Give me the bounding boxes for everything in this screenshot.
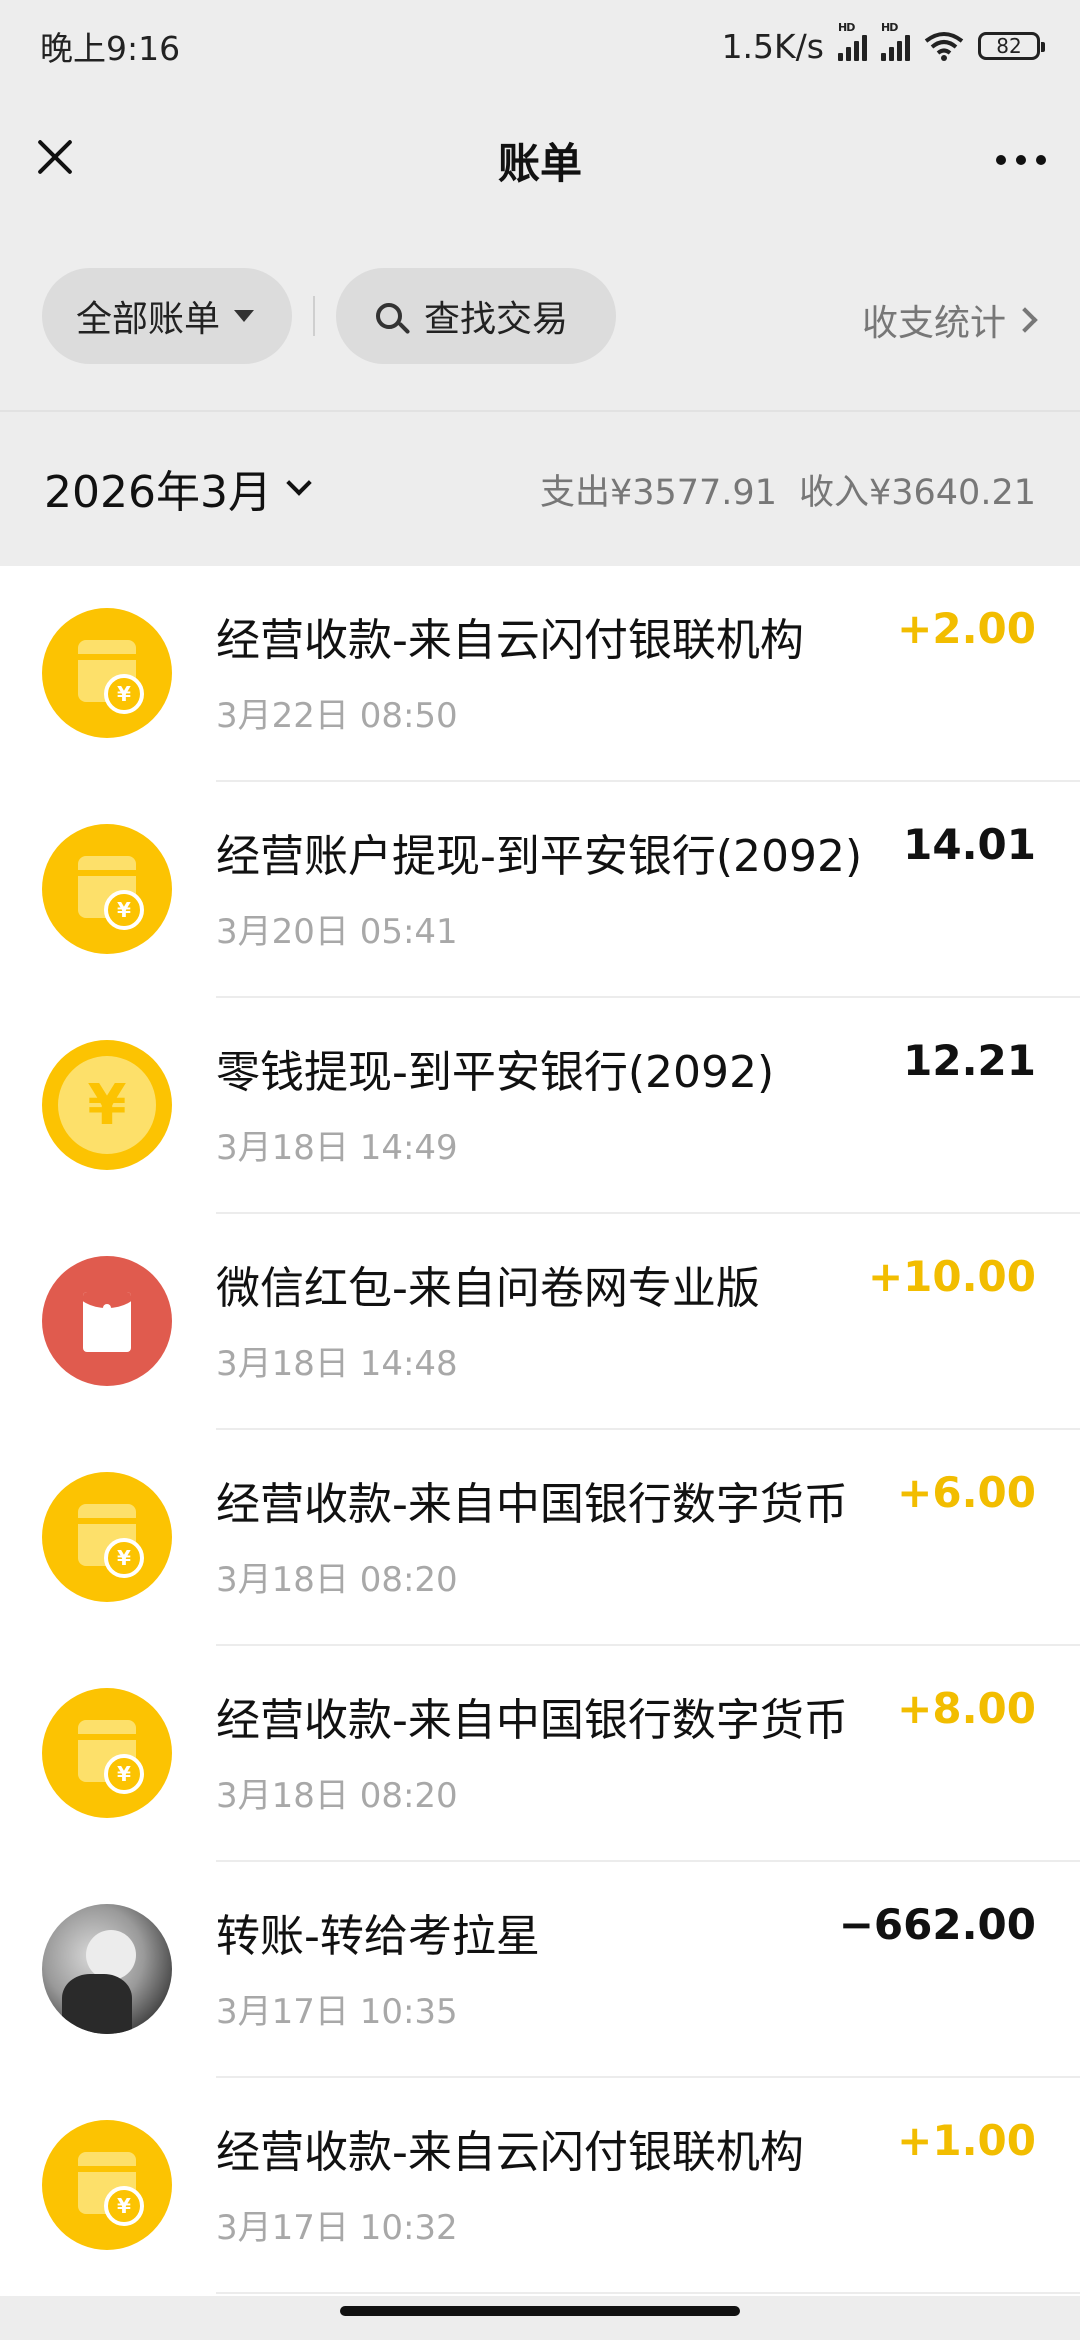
stats-label: 收支统计 (861, 303, 1006, 344)
search-label: 查找交易 (424, 299, 569, 340)
divider (216, 2292, 1080, 2294)
transaction-time: 3月17日 10:32 (216, 2208, 458, 2248)
more-dot (1036, 155, 1046, 165)
transaction-item[interactable]: ¥ 零钱提现-到平安银行(2092) 3月18日 14:49 12.21 (0, 998, 1080, 1214)
shop-icon: ¥ (42, 1472, 172, 1602)
shop-icon: ¥ (42, 824, 172, 954)
signal-icon: HD (838, 21, 867, 61)
battery-level: 82 (996, 34, 1022, 58)
month-selector[interactable]: 2026年3月 (44, 456, 312, 520)
transaction-item[interactable]: ¥ 经营账户提现-到平安银行(2092) 3月20日 05:41 14.01 (0, 782, 1080, 998)
transaction-amount: 12.21 (903, 1036, 1036, 1085)
chevron-right-icon (1012, 307, 1038, 333)
avatar (42, 1904, 172, 2034)
transaction-name: 经营收款-来自云闪付银联机构 (216, 615, 804, 666)
battery-icon: 82 (978, 32, 1045, 60)
more-dot (996, 155, 1006, 165)
filter-bar: 全部账单 查找交易 收支统计 (0, 268, 1080, 364)
transaction-amount: −662.00 (838, 1900, 1036, 1949)
transaction-name: 经营账户提现-到平安银行(2092) (216, 831, 863, 882)
shop-icon: ¥ (42, 608, 172, 738)
page-title: 账单 (497, 139, 582, 188)
network-speed: 1.5K/s (721, 26, 824, 66)
transaction-amount: +1.00 (897, 2116, 1036, 2165)
header: 账单 (0, 100, 1080, 224)
transaction-item[interactable]: 转账-转给考拉星 3月17日 10:35 −662.00 (0, 1862, 1080, 2078)
month-label: 2026年3月 (44, 467, 272, 518)
caret-down-icon (234, 310, 255, 322)
transaction-list: ¥ 经营收款-来自云闪付银联机构 3月22日 08:50 +2.00 ¥ 经营账… (0, 566, 1080, 2296)
chevron-down-icon (286, 470, 312, 496)
red-packet-icon (42, 1256, 172, 1386)
transaction-item[interactable]: ¥ 经营收款-来自中国银行数字货币 3月18日 08:20 +6.00 (0, 1430, 1080, 1646)
transaction-time: 3月17日 10:35 (216, 1992, 458, 2032)
expense-total: 支出¥3577.91 (539, 473, 777, 513)
signal-icon: HD (881, 21, 910, 61)
yuan-coin-icon: ¥ (42, 1040, 172, 1170)
transaction-name: 经营收款-来自中国银行数字货币 (216, 1479, 848, 1530)
transaction-time: 3月18日 14:48 (216, 1344, 458, 1384)
search-icon (376, 303, 402, 329)
month-summary: 2026年3月 支出¥3577.91 收入¥3640.21 (0, 412, 1080, 566)
transaction-amount: +6.00 (897, 1468, 1036, 1517)
search-transactions-button[interactable]: 查找交易 (336, 268, 616, 364)
transaction-amount: +8.00 (897, 1684, 1036, 1733)
transaction-time: 3月18日 08:20 (216, 1776, 458, 1816)
transaction-name: 零钱提现-到平安银行(2092) (216, 1047, 775, 1098)
transaction-amount: 14.01 (903, 820, 1036, 869)
shop-icon: ¥ (42, 1688, 172, 1818)
transaction-item[interactable]: ¥ 经营收款-来自云闪付银联机构 3月22日 08:50 +2.00 (0, 566, 1080, 782)
status-time: 晚上9:16 (40, 29, 181, 68)
more-dot (1016, 155, 1026, 165)
transaction-amount: +2.00 (897, 604, 1036, 653)
transaction-time: 3月18日 08:20 (216, 1560, 458, 1600)
transaction-name: 转账-转给考拉星 (216, 1911, 540, 1962)
month-totals: 支出¥3577.91 收入¥3640.21 (540, 464, 1036, 515)
transaction-name: 经营收款-来自中国银行数字货币 (216, 1695, 848, 1746)
status-bar: 晚上9:16 1.5K/s HD HD 82 (0, 0, 1080, 92)
all-bills-dropdown[interactable]: 全部账单 (42, 268, 292, 364)
income-total: 收入¥3640.21 (798, 473, 1036, 513)
transaction-name: 微信红包-来自问卷网专业版 (216, 1263, 760, 1314)
transaction-item[interactable]: 微信红包-来自问卷网专业版 3月18日 14:48 +10.00 (0, 1214, 1080, 1430)
all-bills-label: 全部账单 (76, 299, 221, 340)
signal-hd-label: HD (881, 21, 898, 34)
transaction-item[interactable]: ¥ 经营收款-来自云闪付银联机构 3月17日 10:32 +1.00 (0, 2078, 1080, 2294)
transaction-time: 3月22日 08:50 (216, 696, 458, 736)
transaction-name: 经营收款-来自云闪付银联机构 (216, 2127, 804, 2178)
divider (313, 296, 315, 336)
home-indicator[interactable] (340, 2306, 740, 2316)
shop-icon: ¥ (42, 2120, 172, 2250)
transaction-item[interactable]: ¥ 经营收款-来自中国银行数字货币 3月18日 08:20 +8.00 (0, 1646, 1080, 1862)
signal-hd-label: HD (838, 21, 855, 34)
transaction-time: 3月20日 05:41 (216, 912, 458, 952)
status-indicators: 1.5K/s HD HD 82 (721, 21, 1045, 66)
more-options-button[interactable] (996, 155, 1046, 165)
transaction-amount: +10.00 (867, 1252, 1036, 1301)
transaction-time: 3月18日 14:49 (216, 1128, 458, 1168)
income-expense-stats-link[interactable]: 收支统计 (861, 294, 1038, 346)
wifi-icon (924, 32, 964, 61)
